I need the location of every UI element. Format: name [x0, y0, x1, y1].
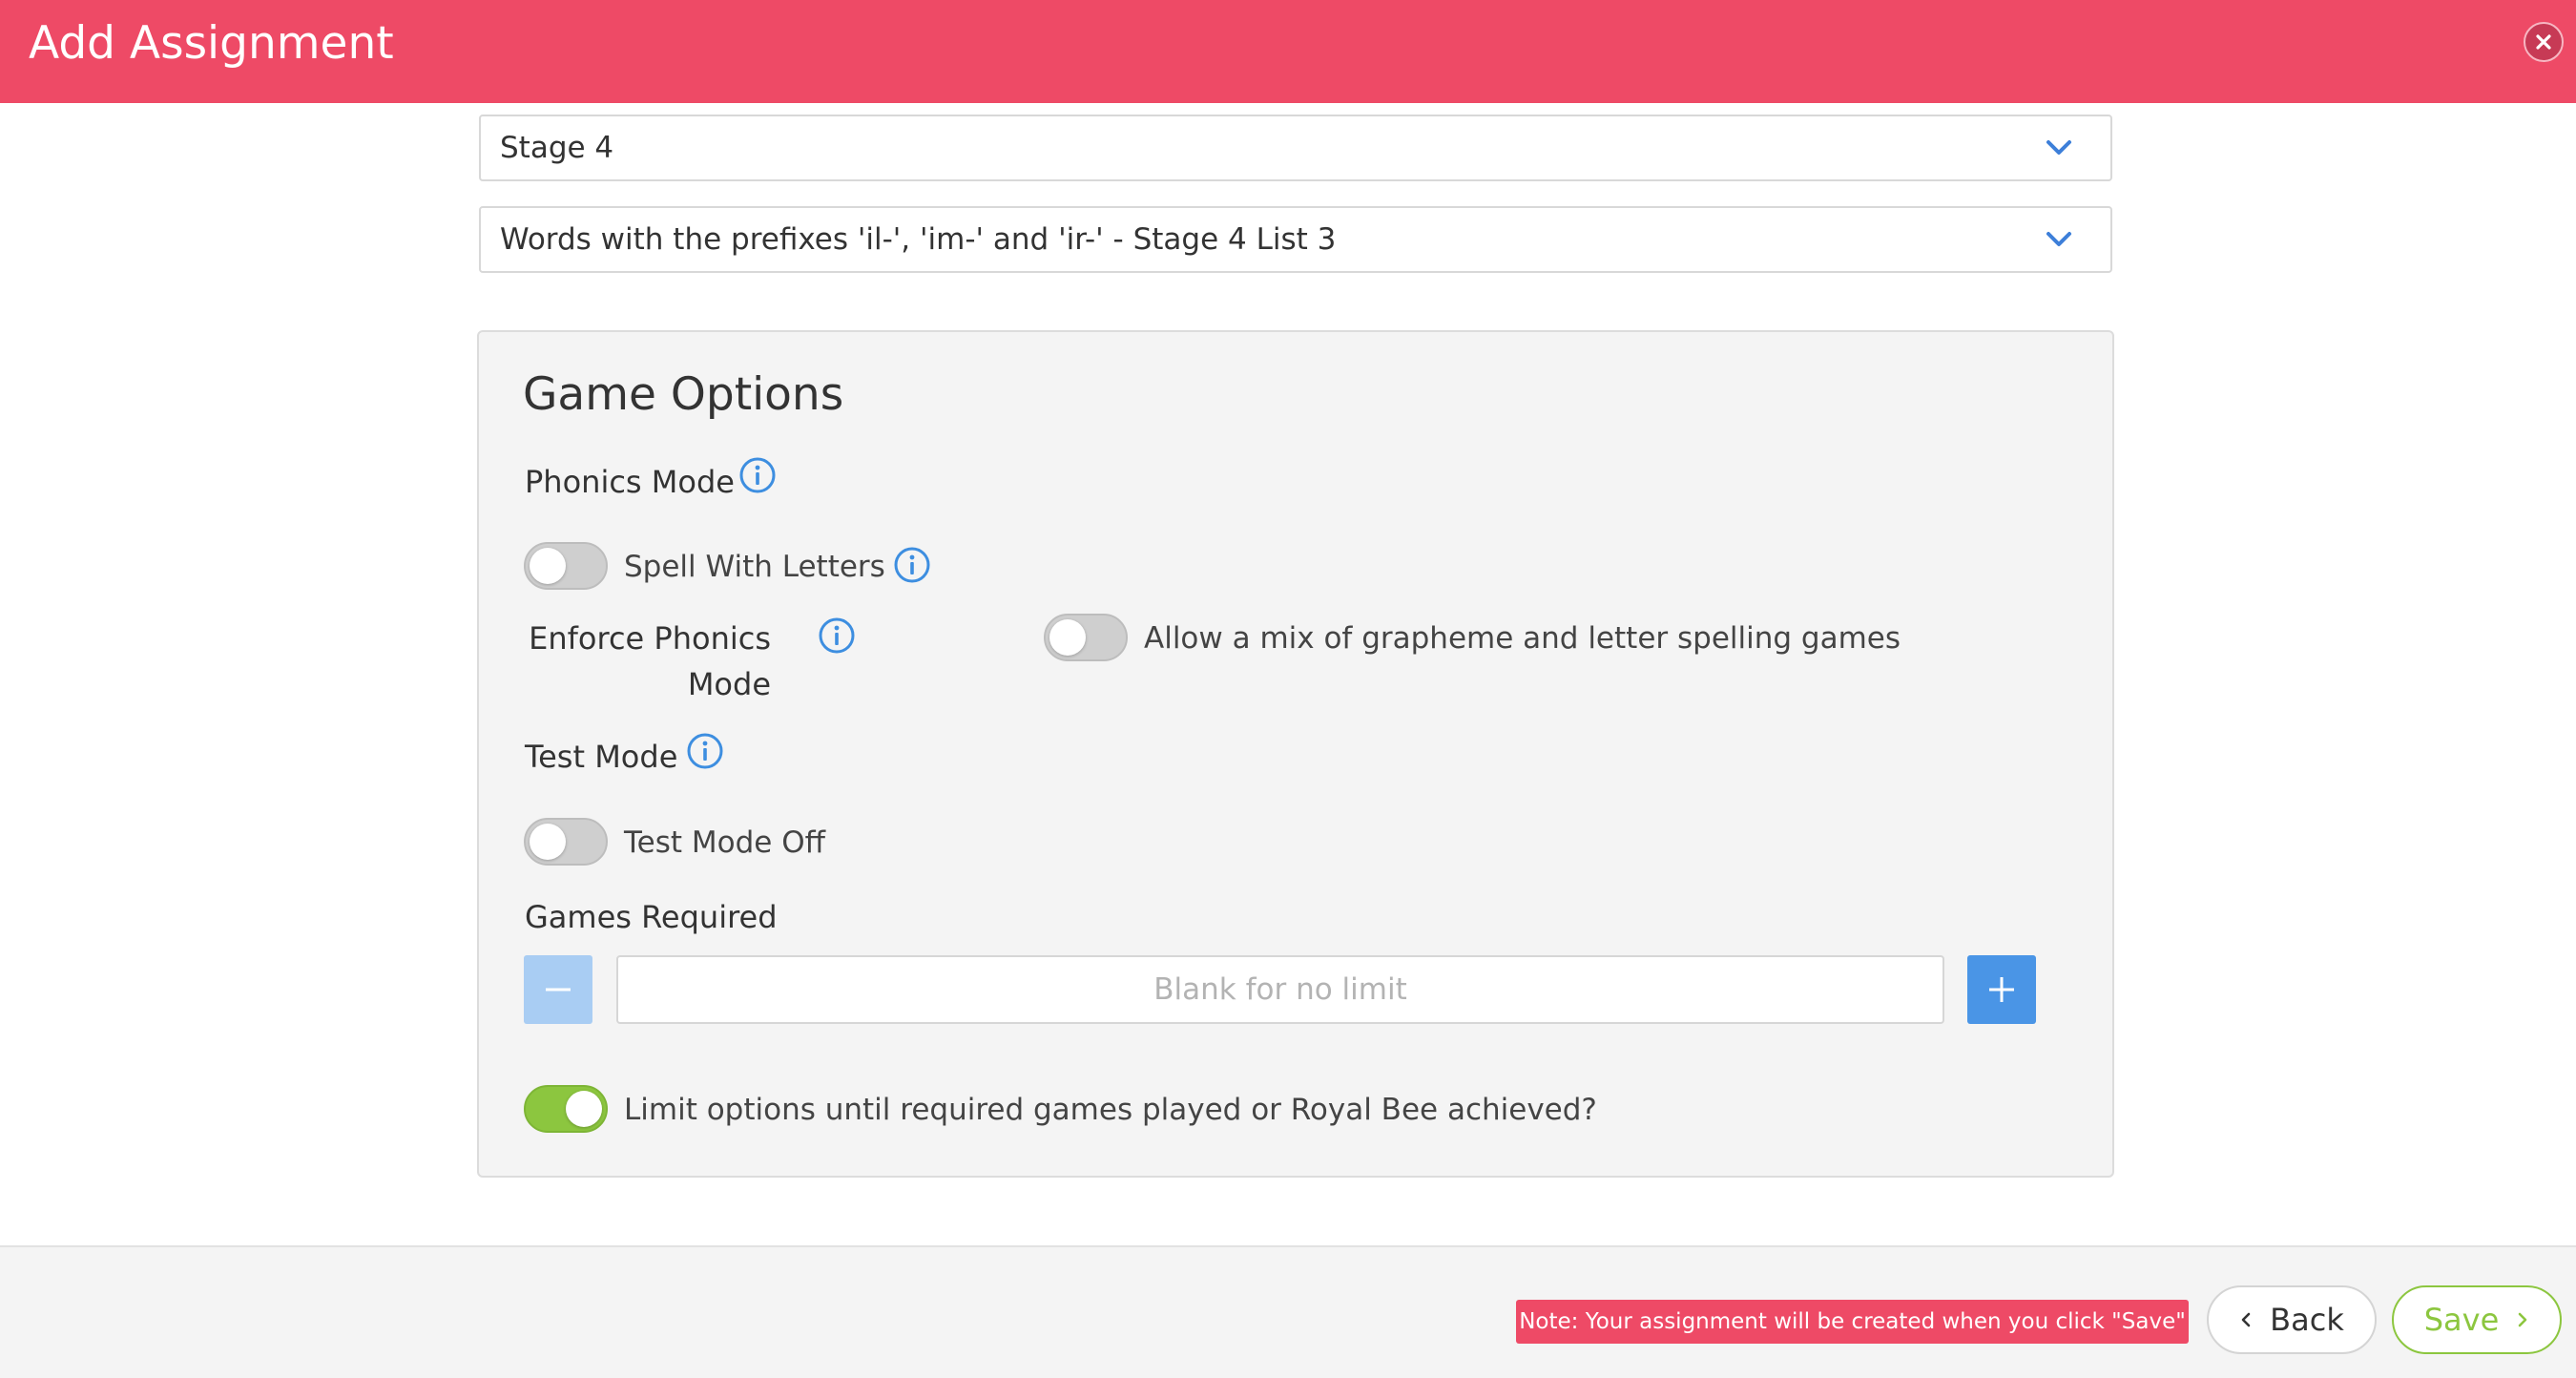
test-mode-label: Test Mode: [525, 739, 678, 775]
page-title: Add Assignment: [29, 17, 394, 70]
games-required-label: Games Required: [525, 899, 778, 935]
save-note-badge: Note: Your assignment will be created wh…: [1516, 1300, 2189, 1344]
phonics-mode-label: Phonics Mode: [525, 464, 735, 500]
toggle-knob: [530, 824, 566, 860]
back-button[interactable]: Back: [2207, 1285, 2377, 1354]
limit-options-label: Limit options until required games playe…: [624, 1093, 1597, 1127]
word-list-select-value: Words with the prefixes 'il-', 'im-' and…: [500, 222, 1337, 257]
save-button-label: Save: [2423, 1302, 2500, 1338]
info-icon[interactable]: [738, 456, 777, 494]
info-icon[interactable]: [686, 732, 724, 770]
allow-mix-label: Allow a mix of grapheme and letter spell…: [1144, 621, 1901, 656]
info-icon[interactable]: [818, 616, 856, 655]
plus-icon: [1989, 977, 2014, 1002]
word-list-select[interactable]: Words with the prefixes 'il-', 'im-' and…: [479, 206, 2112, 273]
minus-icon: [546, 988, 571, 992]
back-button-label: Back: [2270, 1302, 2344, 1338]
increment-button[interactable]: [1967, 955, 2036, 1024]
toggle-knob: [530, 548, 566, 584]
stage-select[interactable]: Stage 4: [479, 115, 2112, 181]
toggle-knob: [1049, 619, 1086, 656]
limit-options-toggle[interactable]: [524, 1085, 608, 1133]
chevron-right-icon: [2518, 1312, 2527, 1327]
spell-with-letters-toggle[interactable]: [524, 542, 608, 590]
header-bar: Add Assignment: [0, 0, 2576, 103]
chevron-left-icon: [2241, 1312, 2251, 1327]
close-button[interactable]: [2524, 22, 2564, 62]
stage-select-value: Stage 4: [500, 131, 614, 165]
game-options-title: Game Options: [523, 368, 844, 421]
test-mode-status-label: Test Mode Off: [624, 825, 825, 860]
chevron-down-icon: [2046, 140, 2071, 155]
allow-mix-toggle[interactable]: [1044, 614, 1128, 661]
games-required-input[interactable]: [616, 955, 1944, 1024]
toggle-knob: [566, 1091, 602, 1127]
close-icon: [2536, 34, 2551, 50]
save-button[interactable]: Save: [2392, 1285, 2562, 1354]
chevron-down-icon: [2046, 232, 2071, 246]
enforce-phonics-mode-label: Enforce Phonics Mode: [529, 620, 771, 702]
spell-with-letters-label: Spell With Letters: [624, 550, 885, 584]
info-icon[interactable]: [893, 546, 931, 584]
footer-bar: [0, 1245, 2576, 1378]
test-mode-toggle[interactable]: [524, 818, 608, 866]
decrement-button[interactable]: [524, 955, 592, 1024]
